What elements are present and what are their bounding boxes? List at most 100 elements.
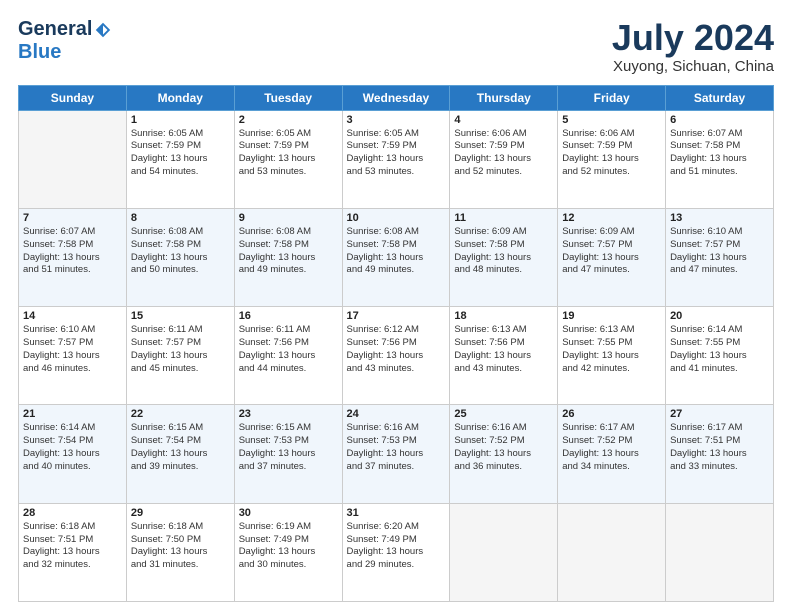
column-header-monday: Monday (126, 85, 234, 110)
day-number: 30 (239, 507, 338, 519)
calendar-cell: 27Sunrise: 6:17 AMSunset: 7:51 PMDayligh… (666, 405, 774, 503)
day-number: 19 (562, 310, 661, 322)
day-info: Sunrise: 6:18 AMSunset: 7:51 PMDaylight:… (23, 521, 122, 572)
day-info: Sunrise: 6:11 AMSunset: 7:56 PMDaylight:… (239, 324, 338, 375)
day-info: Sunrise: 6:14 AMSunset: 7:54 PMDaylight:… (23, 422, 122, 473)
calendar-cell: 14 Sunrise: 6:10 AMSunset: 7:57 PMDayligh… (19, 307, 127, 405)
day-info: Sunrise: 6:10 AMSunset: 7:57 PMDaylight:… (670, 226, 769, 277)
day-info: Sunrise: 6:09 AMSunset: 7:58 PMDaylight:… (454, 226, 553, 277)
calendar-cell: 7Sunrise: 6:07 AMSunset: 7:58 PMDaylight… (19, 208, 127, 306)
calendar-cell: 16 Sunrise: 6:11 AMSunset: 7:56 PMDayligh… (234, 307, 342, 405)
day-number: 7 (23, 212, 122, 224)
calendar-week-5: 28 Sunrise: 6:18 AMSunset: 7:51 PMDayligh… (19, 503, 774, 601)
column-header-friday: Friday (558, 85, 666, 110)
calendar-cell (450, 503, 558, 601)
calendar-week-2: 7Sunrise: 6:07 AMSunset: 7:58 PMDaylight… (19, 208, 774, 306)
day-number: 1 (131, 114, 230, 126)
column-header-thursday: Thursday (450, 85, 558, 110)
day-number: 16 (239, 310, 338, 322)
day-info: Sunrise: 6:17 AMSunset: 7:52 PMDaylight:… (562, 422, 661, 473)
page: General Blue July 2024 Xuyong, Sichuan, … (0, 0, 792, 612)
day-info: Sunrise: 6:14 AMSunset: 7:55 PMDaylight:… (670, 324, 769, 375)
day-info: Sunrise: 6:10 AMSunset: 7:57 PMDaylight:… (23, 324, 122, 375)
day-info: Sunrise: 6:12 AMSunset: 7:56 PMDaylight:… (347, 324, 446, 375)
day-number: 10 (347, 212, 446, 224)
day-number: 15 (131, 310, 230, 322)
day-info: Sunrise: 6:06 AMSunset: 7:59 PMDaylight:… (454, 128, 553, 179)
day-number: 23 (239, 408, 338, 420)
day-info: Sunrise: 6:19 AMSunset: 7:49 PMDaylight:… (239, 521, 338, 572)
calendar-cell: 23 Sunrise: 6:15 AMSunset: 7:53 PMDayligh… (234, 405, 342, 503)
day-info: Sunrise: 6:16 AMSunset: 7:53 PMDaylight:… (347, 422, 446, 473)
day-number: 28 (23, 507, 122, 519)
calendar-cell: 2 Sunrise: 6:05 AMSunset: 7:59 PMDaylight… (234, 110, 342, 208)
day-number: 4 (454, 114, 553, 126)
subtitle: Xuyong, Sichuan, China (612, 58, 774, 75)
column-header-tuesday: Tuesday (234, 85, 342, 110)
column-header-sunday: Sunday (19, 85, 127, 110)
column-header-wednesday: Wednesday (342, 85, 450, 110)
day-number: 2 (239, 114, 338, 126)
calendar-week-1: 1 Sunrise: 6:05 AMSunset: 7:59 PMDaylight… (19, 110, 774, 208)
day-number: 12 (562, 212, 661, 224)
day-number: 8 (131, 212, 230, 224)
day-number: 5 (562, 114, 661, 126)
calendar-cell: 21 Sunrise: 6:14 AMSunset: 7:54 PMDayligh… (19, 405, 127, 503)
day-info: Sunrise: 6:13 AMSunset: 7:56 PMDaylight:… (454, 324, 553, 375)
day-info: Sunrise: 6:15 AMSunset: 7:53 PMDaylight:… (239, 422, 338, 473)
calendar-cell: 17 Sunrise: 6:12 AMSunset: 7:56 PMDayligh… (342, 307, 450, 405)
title-block: July 2024 Xuyong, Sichuan, China (612, 18, 774, 75)
day-info: Sunrise: 6:15 AMSunset: 7:54 PMDaylight:… (131, 422, 230, 473)
day-number: 20 (670, 310, 769, 322)
calendar-cell: 6 Sunrise: 6:07 AMSunset: 7:58 PMDaylight… (666, 110, 774, 208)
day-info: Sunrise: 6:07 AMSunset: 7:58 PMDaylight:… (670, 128, 769, 179)
day-number: 14 (23, 310, 122, 322)
calendar-cell: 20 Sunrise: 6:14 AMSunset: 7:55 PMDayligh… (666, 307, 774, 405)
calendar-cell (558, 503, 666, 601)
calendar-cell: 12Sunrise: 6:09 AMSunset: 7:57 PMDayligh… (558, 208, 666, 306)
column-header-saturday: Saturday (666, 85, 774, 110)
calendar-cell: 24 Sunrise: 6:16 AMSunset: 7:53 PMDayligh… (342, 405, 450, 503)
calendar-cell: 3Sunrise: 6:05 AMSunset: 7:59 PMDaylight… (342, 110, 450, 208)
main-title: July 2024 (612, 18, 774, 58)
day-number: 17 (347, 310, 446, 322)
day-info: Sunrise: 6:20 AMSunset: 7:49 PMDaylight:… (347, 521, 446, 572)
calendar-cell: 26 Sunrise: 6:17 AMSunset: 7:52 PMDayligh… (558, 405, 666, 503)
calendar-cell: 15 Sunrise: 6:11 AMSunset: 7:57 PMDayligh… (126, 307, 234, 405)
day-number: 18 (454, 310, 553, 322)
day-number: 9 (239, 212, 338, 224)
logo-blue-text: Blue (18, 41, 61, 64)
calendar-cell (666, 503, 774, 601)
calendar-week-3: 14 Sunrise: 6:10 AMSunset: 7:57 PMDayligh… (19, 307, 774, 405)
day-info: Sunrise: 6:17 AMSunset: 7:51 PMDaylight:… (670, 422, 769, 473)
day-info: Sunrise: 6:08 AMSunset: 7:58 PMDaylight:… (131, 226, 230, 277)
day-number: 24 (347, 408, 446, 420)
calendar-cell: 29Sunrise: 6:18 AMSunset: 7:50 PMDayligh… (126, 503, 234, 601)
day-number: 26 (562, 408, 661, 420)
day-number: 11 (454, 212, 553, 224)
day-info: Sunrise: 6:11 AMSunset: 7:57 PMDaylight:… (131, 324, 230, 375)
day-number: 6 (670, 114, 769, 126)
day-info: Sunrise: 6:08 AMSunset: 7:58 PMDaylight:… (347, 226, 446, 277)
day-number: 3 (347, 114, 446, 126)
calendar-cell: 5Sunrise: 6:06 AMSunset: 7:59 PMDaylight… (558, 110, 666, 208)
day-info: Sunrise: 6:16 AMSunset: 7:52 PMDaylight:… (454, 422, 553, 473)
logo-icon (94, 21, 112, 39)
calendar-cell: 18 Sunrise: 6:13 AMSunset: 7:56 PMDayligh… (450, 307, 558, 405)
calendar-cell (19, 110, 127, 208)
day-info: Sunrise: 6:13 AMSunset: 7:55 PMDaylight:… (562, 324, 661, 375)
calendar-header-row: SundayMondayTuesdayWednesdayThursdayFrid… (19, 85, 774, 110)
day-number: 22 (131, 408, 230, 420)
logo: General Blue (18, 18, 112, 64)
day-number: 29 (131, 507, 230, 519)
calendar-cell: 13Sunrise: 6:10 AMSunset: 7:57 PMDayligh… (666, 208, 774, 306)
day-number: 25 (454, 408, 553, 420)
calendar-cell: 4 Sunrise: 6:06 AMSunset: 7:59 PMDaylight… (450, 110, 558, 208)
day-info: Sunrise: 6:08 AMSunset: 7:58 PMDaylight:… (239, 226, 338, 277)
day-number: 21 (23, 408, 122, 420)
calendar-cell: 30 Sunrise: 6:19 AMSunset: 7:49 PMDayligh… (234, 503, 342, 601)
day-info: Sunrise: 6:05 AMSunset: 7:59 PMDaylight:… (131, 128, 230, 179)
calendar-cell: 19 Sunrise: 6:13 AMSunset: 7:55 PMDayligh… (558, 307, 666, 405)
header: General Blue July 2024 Xuyong, Sichuan, … (18, 18, 774, 75)
day-info: Sunrise: 6:05 AMSunset: 7:59 PMDaylight:… (239, 128, 338, 179)
